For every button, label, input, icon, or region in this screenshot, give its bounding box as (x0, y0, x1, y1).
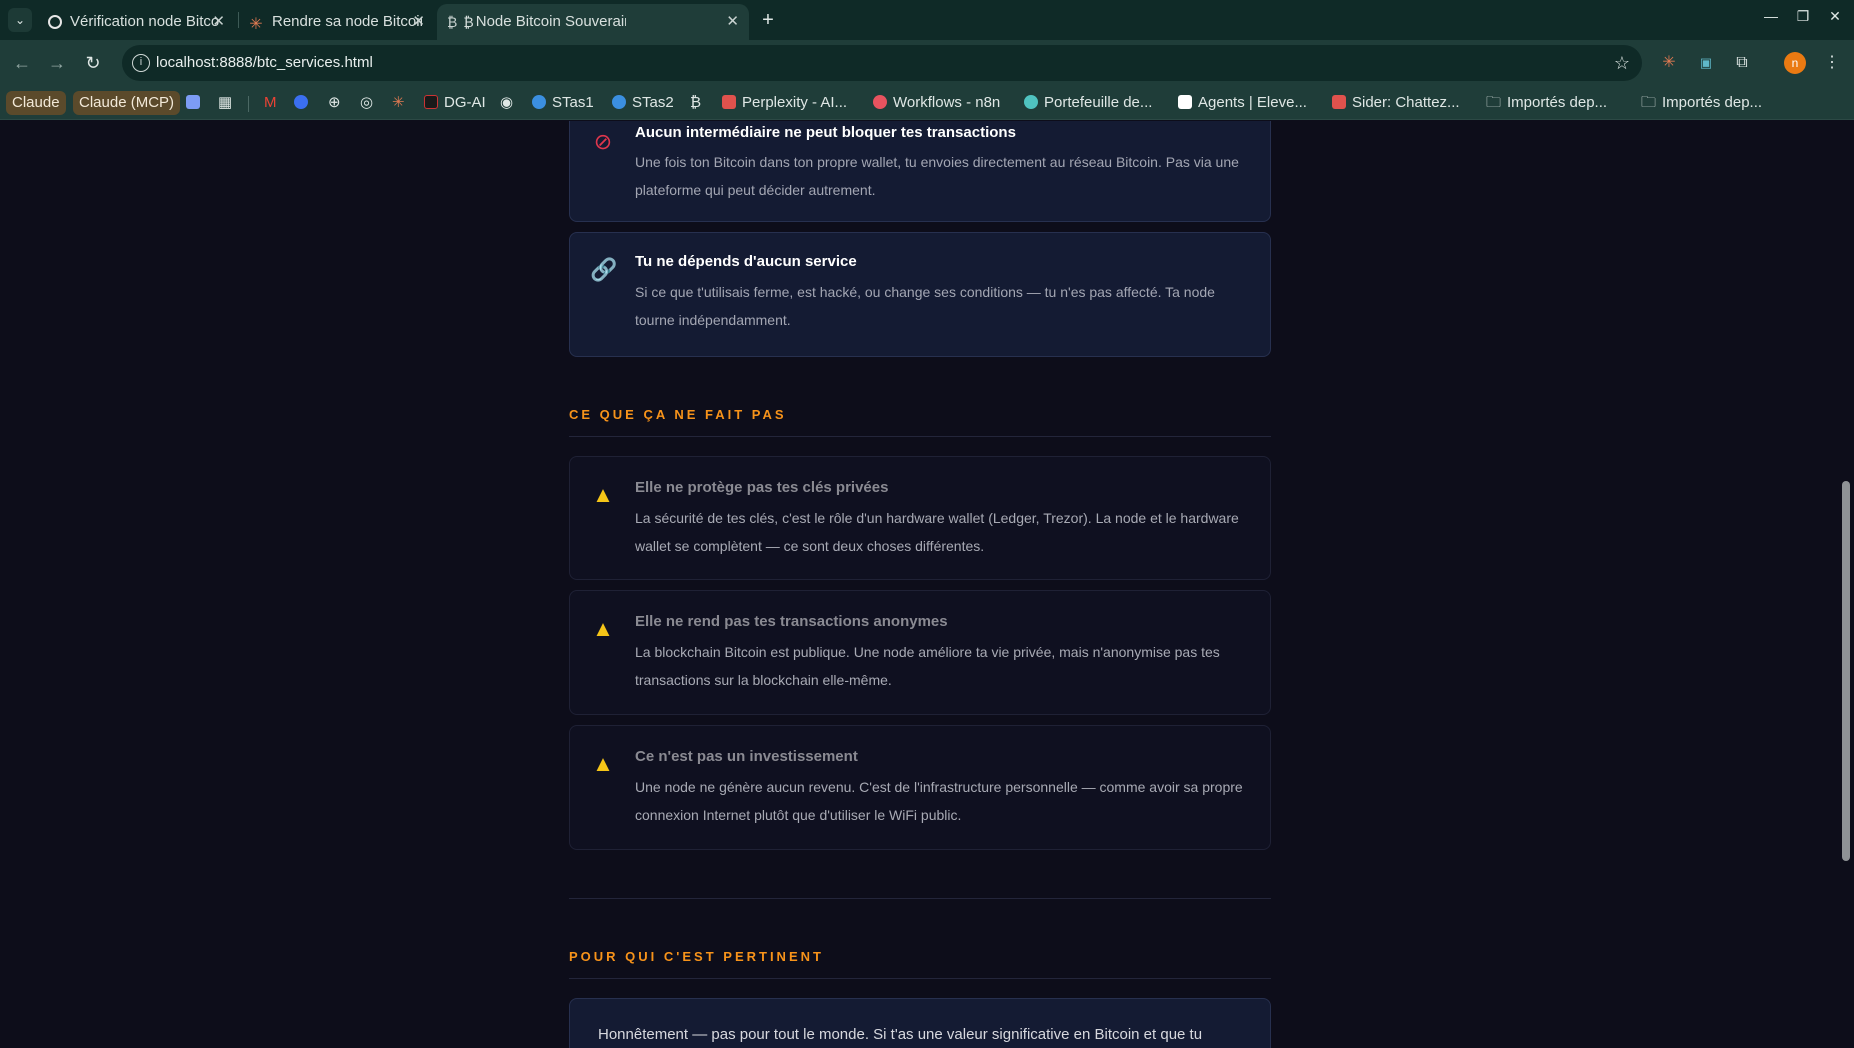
bookmark-dg-ai[interactable]: DG-AI (424, 91, 486, 115)
bookmarks-bar: Claude Claude (MCP) ▦ M ⊕ ◎ ✳ DG-AI ◉ ST… (0, 86, 1854, 120)
tab-search-button[interactable]: ⌄ (8, 8, 32, 32)
restore-icon[interactable]: ❐ (1792, 8, 1814, 25)
section-title: POUR QUI C'EST PERTINENT (569, 949, 824, 964)
limitation-description: La blockchain Bitcoin est publique. Une … (635, 644, 1220, 688)
claude-bookmark-icon[interactable]: ✳ (392, 91, 405, 115)
bookmark-folder-2[interactable]: 🗀 Importés dep... (1641, 91, 1762, 115)
bookmark-separator (248, 96, 249, 112)
bookmark-claude-mcp[interactable]: Claude (MCP) (73, 91, 181, 115)
audience-note: Honnêtement — pas pour tout le monde. Si… (569, 998, 1271, 1048)
tab-verification-node[interactable]: Vérification node Bitcoin ✕ (40, 4, 235, 40)
back-icon[interactable]: ← (10, 51, 34, 75)
section-divider (569, 898, 1271, 899)
folder-icon: 🗀 (1641, 94, 1657, 111)
tab-node-bitcoin-souverain[interactable]: ₿ ₿ Node Bitcoin Souverain ✕ (437, 4, 749, 40)
openwebui-icon[interactable]: ◉ (500, 91, 513, 115)
section-divider (569, 436, 1271, 437)
limitation-card: ▲ Elle ne rend pas tes transactions anon… (569, 590, 1271, 715)
content-column: ⊘ Aucun intermédiaire ne peut bloquer te… (569, 121, 1271, 1048)
url-text[interactable]: localhost:8888/btc_services.html (156, 45, 373, 81)
tab-rendre-node[interactable]: ✳Rendre sa node Bitcoin p ✕ (240, 4, 435, 40)
minimize-icon[interactable]: — (1760, 8, 1782, 24)
tab-prefix: ₿ (463, 14, 474, 30)
benefit-description: Si ce que t'utilisais ferme, est hacké, … (635, 284, 1215, 328)
gmail-icon[interactable]: M (264, 91, 277, 115)
limitation-title: Elle ne protège pas tes clés privées (635, 479, 889, 496)
new-tab-button[interactable]: + (754, 6, 782, 34)
claude-extension-icon[interactable]: ✳ (1657, 51, 1681, 75)
limitation-description: La sécurité de tes clés, c'est le rôle d… (635, 510, 1239, 554)
openai-icon (48, 15, 62, 29)
profile-avatar[interactable]: n (1784, 52, 1806, 74)
close-tab-icon[interactable]: ✕ (212, 4, 225, 40)
section-title: CE QUE ÇA NE FAIT PAS (569, 407, 787, 422)
benefit-title: Tu ne dépends d'aucun service (635, 253, 857, 270)
limitation-card: ▲ Elle ne protège pas tes clés privées L… (569, 456, 1271, 580)
folder-icon: 🗀 (1486, 94, 1502, 111)
bookmark-stas2[interactable]: STas2 (612, 91, 674, 115)
browser-toolbar: ← → ↻ i localhost:8888/btc_services.html… (0, 40, 1854, 86)
bookmark-n8n[interactable]: Workflows - n8n (873, 91, 1000, 115)
address-bar[interactable]: i localhost:8888/btc_services.html ☆ (122, 45, 1642, 81)
audience-text: Honnêtement — pas pour tout le monde. Si… (598, 1026, 1203, 1043)
benefit-card: ⊘ Aucun intermédiaire ne peut bloquer te… (569, 121, 1271, 222)
mail-app-icon[interactable] (294, 91, 314, 115)
reload-icon[interactable]: ↻ (81, 51, 105, 75)
no-entry-icon: ⊘ (593, 129, 613, 154)
bookmark-portefeuille[interactable]: Portefeuille de... (1024, 91, 1152, 115)
bookmark-folder-1[interactable]: 🗀 Importés dep... (1486, 91, 1607, 115)
globe-icon[interactable]: ⊕ (328, 91, 341, 115)
forward-icon[interactable]: → (45, 51, 69, 75)
bookmark-perplexity[interactable]: Perplexity - AI... (722, 91, 847, 115)
bookmark-claude[interactable]: Claude (6, 91, 66, 115)
page-scrollbar[interactable] (1838, 121, 1854, 1048)
close-tab-icon[interactable]: ✕ (412, 4, 425, 40)
close-window-icon[interactable]: ✕ (1824, 8, 1846, 25)
bitcoin-icon: ₿ (447, 14, 458, 30)
bitcoin-bookmark-icon[interactable]: ₿ (690, 91, 701, 115)
openai-bookmark-icon[interactable]: ◎ (360, 91, 373, 115)
warning-icon: ▲ (592, 482, 614, 507)
limitation-title: Elle ne rend pas tes transactions anonym… (635, 613, 948, 630)
claude-icon: ✳ (249, 16, 263, 33)
page-viewport: ⊘ Aucun intermédiaire ne peut bloquer te… (0, 121, 1838, 1048)
benefit-description: Une fois ton Bitcoin dans ton propre wal… (635, 154, 1239, 198)
bookmark-square-icon[interactable] (186, 91, 206, 115)
scrollbar-thumb[interactable] (1842, 481, 1850, 861)
bookmark-stas1[interactable]: STas1 (532, 91, 594, 115)
benefit-card: 🔗 Tu ne dépends d'aucun service Si ce qu… (569, 232, 1271, 357)
section-divider (569, 978, 1271, 979)
bookmark-sider[interactable]: Sider: Chattez... (1332, 91, 1460, 115)
benefit-title: Aucun intermédiaire ne peut bloquer tes … (635, 124, 1016, 141)
menu-icon[interactable]: ⋮ (1820, 51, 1844, 75)
limitation-card: ▲ Ce n'est pas un investissement Une nod… (569, 725, 1271, 850)
limitation-description: Une node ne génère aucun revenu. C'est d… (635, 779, 1243, 823)
warning-icon: ▲ (592, 616, 614, 641)
tab-separator (238, 12, 239, 28)
link-icon: 🔗 (590, 257, 618, 282)
bookmark-agents-eleven[interactable]: Agents | Eleve... (1178, 91, 1307, 115)
tab-strip: ⌄ Vérification node Bitcoin ✕ ✳ Rendre sa… (0, 0, 1854, 40)
bookmark-star-icon[interactable]: ☆ (1614, 45, 1630, 81)
limitation-title: Ce n'est pas un investissement (635, 748, 858, 765)
apps-grid-icon[interactable]: ▦ (218, 91, 232, 115)
close-tab-icon[interactable]: ✕ (726, 4, 739, 40)
warning-icon: ▲ (592, 751, 614, 776)
extensions-icon[interactable]: ⧉ (1730, 51, 1754, 75)
translate-extension-icon[interactable]: ▣ (1694, 51, 1718, 75)
site-info-icon[interactable]: i (132, 54, 150, 72)
